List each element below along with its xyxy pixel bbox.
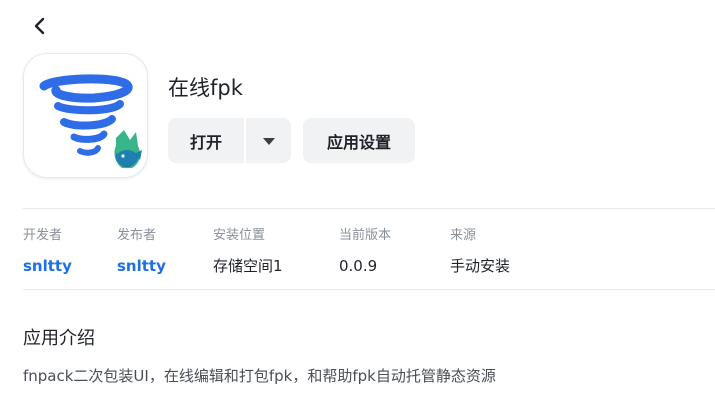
app-title: 在线fpk (168, 76, 243, 100)
app-detail-page: 在线fpk 打开 应用设置 开发者 snltty 发布者 snltty 安装位置… (0, 0, 715, 419)
open-options-dropdown-button[interactable] (246, 118, 291, 163)
meta-source: 来源 手动安装 (450, 228, 510, 276)
meta-publisher: 发布者 snltty (117, 228, 166, 276)
meta-label: 来源 (450, 228, 477, 243)
meta-label: 开发者 (23, 228, 63, 243)
open-button[interactable]: 打开 (168, 118, 244, 163)
meta-label: 发布者 (117, 228, 157, 243)
source-value: 手动安装 (450, 257, 511, 275)
intro-title: 应用介绍 (23, 328, 95, 349)
chevron-left-icon (34, 17, 45, 35)
divider (23, 289, 715, 290)
app-icon (23, 53, 148, 178)
version-value: 0.0.9 (339, 257, 378, 275)
app-settings-button[interactable]: 应用设置 (303, 118, 415, 163)
tornado-icon (39, 74, 142, 168)
meta-label: 安装位置 (213, 228, 266, 243)
meta-version: 当前版本 0.0.9 (339, 228, 391, 276)
meta-install-location: 安装位置 存储空间1 (213, 228, 283, 276)
intro-text: fnpack二次包装UI，在线编辑和打包fpk，和帮助fpk自动托管静态资源 (23, 367, 496, 385)
caret-down-icon (262, 137, 275, 145)
meta-developer: 开发者 snltty (23, 228, 72, 276)
divider (23, 208, 715, 209)
meta-label: 当前版本 (339, 228, 392, 243)
whale-badge (114, 130, 142, 168)
back-button[interactable] (28, 14, 52, 38)
install-location-value: 存储空间1 (213, 257, 283, 275)
developer-link[interactable]: snltty (23, 256, 72, 276)
publisher-link[interactable]: snltty (117, 256, 166, 276)
